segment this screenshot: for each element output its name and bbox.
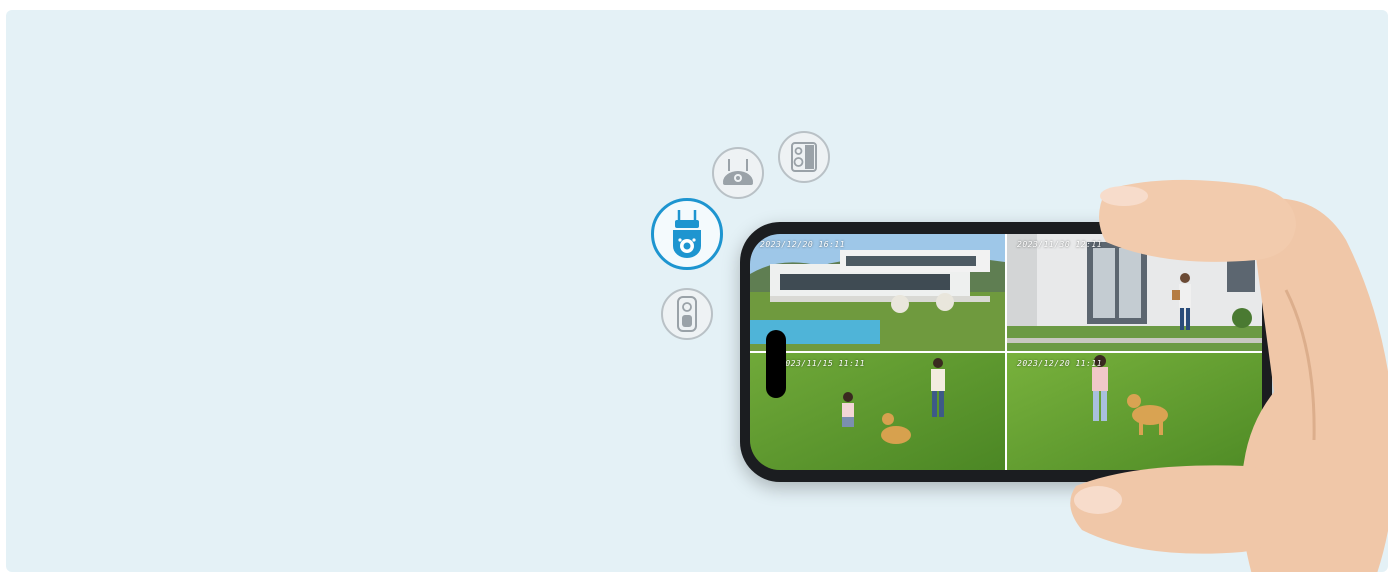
- villa-scene-image: [750, 234, 1005, 351]
- camera-feed-villa[interactable]: 2023/12/20 16:11: [750, 234, 1005, 351]
- camera-feed-lawn-couple[interactable]: 2023/11/15 11:11: [750, 353, 1005, 470]
- doorbell-camera-icon: [677, 296, 697, 332]
- hero-panel: 2023/12/20 16:11 2023/11/30 12:11 2023/1…: [6, 10, 1388, 572]
- camera-doorbell-button[interactable]: [661, 288, 713, 340]
- camera-speaker-button[interactable]: [778, 131, 830, 183]
- feed-timestamp: 2023/12/20 16:11: [760, 240, 846, 249]
- lawn-couple-scene-image: [750, 353, 1005, 470]
- feed-timestamp: 2023/11/15 11:11: [780, 359, 866, 368]
- camera-ptz-button[interactable]: [651, 198, 723, 270]
- speaker-camera-icon: [791, 142, 817, 172]
- dynamic-island: [766, 330, 786, 398]
- camera-floodlight-button[interactable]: [712, 147, 764, 199]
- hand-image: [1070, 179, 1388, 572]
- floodlight-camera-icon: [723, 159, 753, 185]
- ptz-camera-icon: [673, 210, 701, 258]
